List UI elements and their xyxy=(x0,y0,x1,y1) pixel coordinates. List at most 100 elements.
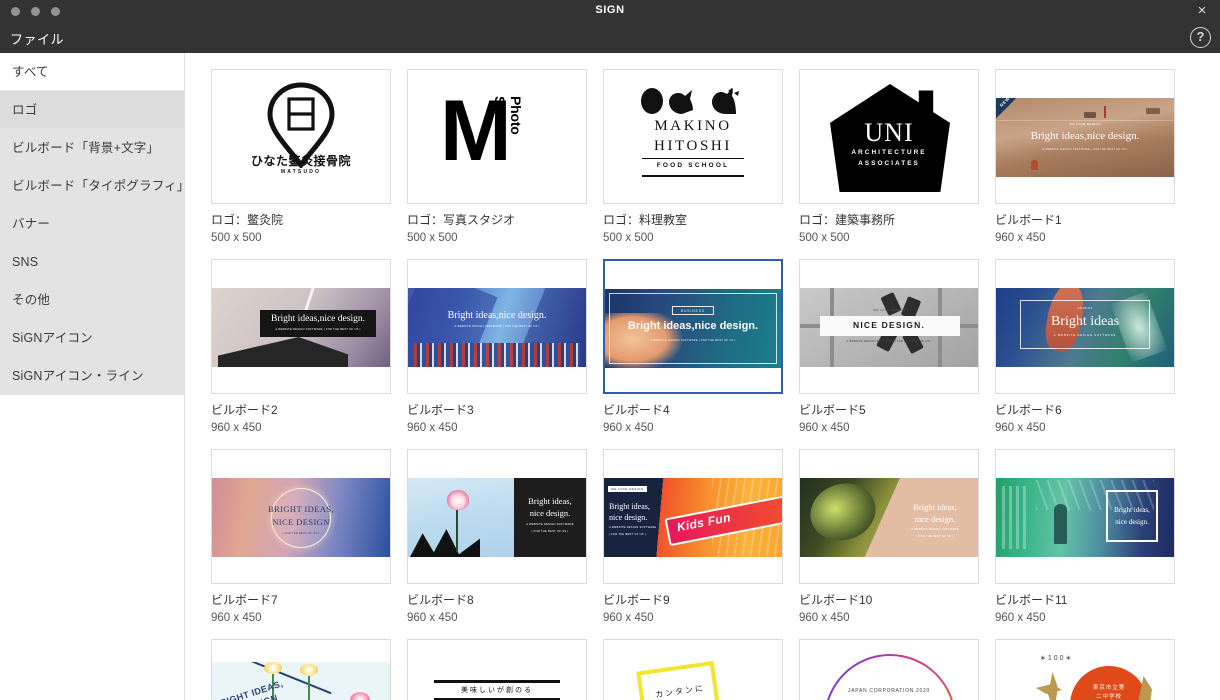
art-part: Bright ideas,nice design.A WEBSITE DESIG… xyxy=(212,288,390,367)
asset-tile[interactable]: WE LOVE DESIGN Bright ideas,nice design. A… xyxy=(995,69,1175,244)
thumbnail-artwork: Bright ideas,nice design.A WEBSITE DESIG… xyxy=(800,450,978,583)
asset-title: ロゴ：写真スタジオ xyxy=(407,213,516,227)
asset-dimensions: 960 x 450 xyxy=(799,422,850,434)
art-part: BRIGHT IDEAS,NICE DESIGN xyxy=(212,662,390,700)
thumbnail-artwork: WE LOVE DESIGN Bright ideas,nice design. A… xyxy=(996,70,1174,203)
asset-thumbnail[interactable]: Bright ideas,nice design.A WEBSITE DESIG… xyxy=(407,449,587,584)
sidebar-item-5[interactable]: SNS xyxy=(0,243,184,281)
thumbnail-artwork: Bright ideas,nice design.A WEBSITE DESIG… xyxy=(408,450,586,583)
asset-dimensions: 960 x 450 xyxy=(211,612,262,624)
thumbnail-artwork: カンタンに xyxy=(604,640,782,700)
asset-thumbnail[interactable]: BUSINESS Bright ideas,nice design. A WEBSI… xyxy=(603,259,783,394)
art-part: Bright ideas,nice design.A WEBSITE DESIG… xyxy=(408,478,586,557)
asset-tile[interactable]: ひなた鳖灸接骨院 MATSUDO ロゴ：鳖灸院 500 x 500 xyxy=(211,69,391,244)
asset-dimensions: 960 x 450 xyxy=(407,422,458,434)
art-part: 美味しいが創のる xyxy=(461,687,533,694)
asset-dimensions: 960 x 450 xyxy=(995,422,1046,434)
asset-thumbnail[interactable]: WE LOVE DESIGN NICE DESIGN. A WEBSITE DESI… xyxy=(799,259,979,394)
sidebar-item-7[interactable]: SiGNアイコン xyxy=(0,319,184,357)
thumbnail-artwork: BUSINESS Bright ideas,nice design. A WEBSI… xyxy=(605,261,781,392)
art-part: WE LOVE DESIGN Bright ideas,nice design. A… xyxy=(996,98,1174,177)
asset-tile[interactable]: 美味しいが創のる xyxy=(407,639,587,700)
asset-tile[interactable]: Bright ideas,nice design.A WEBSITE DESIG… xyxy=(799,449,979,624)
asset-dimensions: 500 x 500 xyxy=(799,232,850,244)
art-part: 18.08.04 Bright ideas A WEBSITE DESIGN SOF… xyxy=(996,288,1174,367)
asset-thumbnail[interactable]: 18.08.04 Bright ideas A WEBSITE DESIGN SOF… xyxy=(995,259,1175,394)
asset-title: ビルボード4 xyxy=(603,403,670,417)
asset-tile[interactable]: UNI ARCHITECTURE ASSOCIATES ロゴ：建築事務所 500 x 5… xyxy=(799,69,979,244)
asset-thumbnail[interactable]: ∗100∗ 東京市立第二中学校 xyxy=(995,639,1175,700)
asset-title: ビルボード2 xyxy=(211,403,278,417)
asset-tile[interactable]: BRIGHT IDEAS, NICE DESIGN | FOR THE BEST O… xyxy=(211,449,391,624)
asset-thumbnail[interactable]: UNI ARCHITECTURE ASSOCIATES xyxy=(799,69,979,204)
asset-thumbnail[interactable]: BRIGHT IDEAS, NICE DESIGN | FOR THE BEST O… xyxy=(211,449,391,584)
asset-thumbnail[interactable]: Bright ideas, nice design. xyxy=(995,449,1175,584)
asset-title: ロゴ：鳖灸院 xyxy=(211,213,284,227)
asset-thumbnail[interactable]: カンタンに xyxy=(603,639,783,700)
asset-thumbnail[interactable]: M Photo Studio xyxy=(407,69,587,204)
asset-thumbnail[interactable]: MAKINO HITOSHI FOOD SCHOOL xyxy=(603,69,783,204)
sidebar-item-2[interactable]: ビルボード「背景+文字」 xyxy=(0,129,184,167)
asset-tile[interactable]: BRIGHT IDEAS,NICE DESIGN xyxy=(211,639,391,700)
art-part: ∗100∗ xyxy=(1040,655,1074,662)
asset-thumbnail[interactable]: Bright ideas,nice design.A WEBSITE DESIG… xyxy=(799,449,979,584)
asset-thumbnail[interactable]: ひなた鳖灸接骨院 MATSUDO xyxy=(211,69,391,204)
asset-dimensions: 960 x 450 xyxy=(603,422,654,434)
asset-tile[interactable]: ∗100∗ 東京市立第二中学校 xyxy=(995,639,1175,700)
art-part: FOOD SCHOOL xyxy=(656,162,730,169)
asset-tile[interactable]: Bright ideas,nice design.A WEBSITE DESIG… xyxy=(407,259,587,434)
asset-grid-scroll[interactable]: ひなた鳖灸接骨院 MATSUDO ロゴ：鳖灸院 500 x 500 M Photo Stu… xyxy=(185,53,1220,700)
asset-thumbnail[interactable]: Kids Fun WE LOVE DESIGN Bright ideas, nice … xyxy=(603,449,783,584)
sidebar-item-4[interactable]: バナー xyxy=(0,205,184,243)
asset-thumbnail[interactable]: BRIGHT IDEAS,NICE DESIGN xyxy=(211,639,391,700)
thumbnail-artwork: BRIGHT IDEAS, NICE DESIGN | FOR THE BEST O… xyxy=(212,450,390,583)
asset-tile[interactable]: カンタンに xyxy=(603,639,783,700)
art-part: Photo Studio xyxy=(492,96,524,139)
asset-thumbnail[interactable]: JAPAN CORPORATION 2020BRIGHT IDEAS xyxy=(799,639,979,700)
sidebar-item-0[interactable]: すべて xyxy=(0,53,184,91)
asset-tile[interactable]: Bright ideas,nice design.A WEBSITE DESIG… xyxy=(211,259,391,434)
app-title: SIGN xyxy=(595,4,625,16)
asset-thumbnail[interactable]: Bright ideas,nice design.A WEBSITE DESIG… xyxy=(407,259,587,394)
asset-tile[interactable]: WE LOVE DESIGN NICE DESIGN. A WEBSITE DESI… xyxy=(799,259,979,434)
thumbnail-artwork: Bright ideas,nice design.A WEBSITE DESIG… xyxy=(212,260,390,393)
asset-title: ビルボード5 xyxy=(799,403,866,417)
asset-dimensions: 960 x 450 xyxy=(799,612,850,624)
asset-thumbnail[interactable]: Bright ideas,nice design.A WEBSITE DESIG… xyxy=(211,259,391,394)
close-icon[interactable]: × xyxy=(1194,3,1210,19)
asset-title: ビルボード6 xyxy=(995,403,1062,417)
art-part: Kids Fun WE LOVE DESIGN Bright ideas, nice … xyxy=(604,478,782,557)
asset-tile[interactable]: Bright ideas, nice design. ビルボード11 960 x 45… xyxy=(995,449,1175,624)
asset-tile[interactable]: MAKINO HITOSHI FOOD SCHOOL ロゴ：料理教室 500 x 500 xyxy=(603,69,783,244)
sidebar-item-1[interactable]: ロゴ xyxy=(0,91,184,129)
asset-tile[interactable]: 18.08.04 Bright ideas A WEBSITE DESIGN SOF… xyxy=(995,259,1175,434)
sidebar-item-8[interactable]: SiGNアイコン・ライン xyxy=(0,357,184,395)
asset-tile[interactable]: M Photo Studio ロゴ：写真スタジオ 500 x 500 xyxy=(407,69,587,244)
menu-item-file[interactable]: ファイル xyxy=(10,29,64,48)
category-sidebar: すべて ロゴ ビルボード「背景+文字」 ビルボード「タイポグラフィ」 バナー SNS その他… xyxy=(0,53,189,700)
asset-tile[interactable]: BUSINESS Bright ideas,nice design. A WEBSI… xyxy=(603,259,783,434)
art-part: MAKINO xyxy=(654,118,732,134)
sidebar-item-3[interactable]: ビルボード「タイポグラフィ」 xyxy=(0,167,189,205)
asset-tile[interactable]: Kids Fun WE LOVE DESIGN Bright ideas, nice … xyxy=(603,449,783,624)
help-icon[interactable]: ? xyxy=(1190,27,1211,48)
window-titlebar: SIGN × xyxy=(0,0,1220,22)
thumbnail-artwork: ひなた鳖灸接骨院 MATSUDO xyxy=(212,70,390,203)
asset-dimensions: 960 x 450 xyxy=(995,232,1046,244)
thumbnail-artwork: Bright ideas, nice design. xyxy=(996,450,1174,583)
thumbnail-artwork: ∗100∗ 東京市立第二中学校 xyxy=(996,640,1174,700)
asset-tile[interactable]: JAPAN CORPORATION 2020BRIGHT IDEAS xyxy=(799,639,979,700)
thumbnail-artwork: Kids Fun WE LOVE DESIGN Bright ideas, nice … xyxy=(604,450,782,583)
asset-thumbnail[interactable]: WE LOVE DESIGN Bright ideas,nice design. A… xyxy=(995,69,1175,204)
art-part: ひなた鳖灸接骨院 xyxy=(250,154,351,168)
thumbnail-artwork: Bright ideas,nice design.A WEBSITE DESIG… xyxy=(408,260,586,393)
art-part: 東京市立第二中学校 xyxy=(1092,685,1126,700)
asset-thumbnail[interactable]: 美味しいが創のる xyxy=(407,639,587,700)
art-part xyxy=(604,88,782,119)
thumbnail-artwork: BRIGHT IDEAS,NICE DESIGN xyxy=(212,640,390,700)
sidebar-item-6[interactable]: その他 xyxy=(0,281,184,319)
asset-dimensions: 500 x 500 xyxy=(211,232,262,244)
art-part xyxy=(642,175,744,177)
asset-tile[interactable]: Bright ideas,nice design.A WEBSITE DESIG… xyxy=(407,449,587,624)
art-part: Bright ideas,nice design.A WEBSITE DESIG… xyxy=(800,478,978,557)
